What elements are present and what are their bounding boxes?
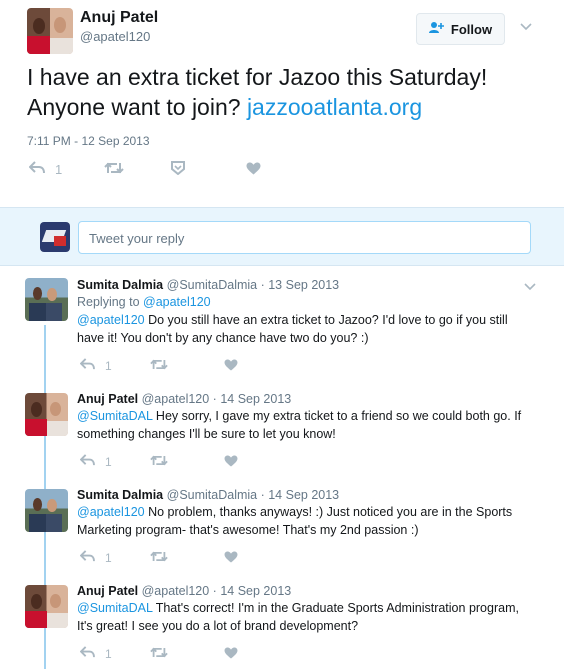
reply-count: 1 [105,551,112,565]
reply-header: Sumita Dalmia @SumitaDalmia · 13 Sep 201… [77,278,339,292]
reply-actions: 1 [79,646,238,662]
reply-header: Anuj Patel @apatel120 · 14 Sep 2013 [77,584,291,598]
retweet-button[interactable] [149,646,168,662]
reply-icon [79,358,95,374]
follow-button[interactable]: Follow [416,13,505,45]
reply-button[interactable]: 1 [79,358,112,374]
retweet-button[interactable] [104,161,124,178]
reply-count: 1 [105,359,112,373]
like-button[interactable] [224,358,238,374]
reply-count: 1 [105,647,112,661]
reply-header: Anuj Patel @apatel120 · 14 Sep 2013 [77,392,291,406]
retweet-button[interactable] [149,358,168,374]
like-button[interactable] [224,550,238,566]
replying-to: Replying to @apatel120 [77,295,211,309]
heart-icon [224,550,238,566]
reply-mention[interactable]: @apatel120 [77,505,145,519]
reply-count: 1 [55,162,63,177]
person-add-icon [428,21,445,37]
reply-author-name[interactable]: Anuj Patel [77,392,138,406]
reply-button[interactable]: 1 [79,550,112,566]
heart-icon [224,358,238,374]
reply-meta[interactable]: @SumitaDalmia · 13 Sep 2013 [167,278,340,292]
reply-text: @apatel120 Do you still have an extra ti… [77,311,525,347]
reply-icon [79,454,95,470]
reply-button[interactable]: 1 [79,646,112,662]
reply-icon [79,646,95,662]
retweet-button[interactable] [149,454,168,470]
tweet-link[interactable]: jazzooatlanta.org [247,94,422,120]
reply-count: 1 [105,455,112,469]
reply-input[interactable]: Tweet your reply [78,221,531,254]
reply-actions: 1 [79,550,238,566]
reply-tweet: Sumita Dalmia @SumitaDalmia · 13 Sep 201… [0,266,564,381]
reply-mention[interactable]: @SumitaDAL [77,601,152,615]
reply-tweet: Anuj Patel @apatel120 · 14 Sep 2013 @Sum… [0,381,564,477]
heart-icon [224,454,238,470]
reply-mention[interactable]: @SumitaDAL [77,409,152,423]
reply-mention[interactable]: @apatel120 [77,313,145,327]
reply-icon [28,161,45,178]
tweet-actions: 1 [28,161,261,178]
reply-button[interactable]: 1 [79,454,112,470]
heart-icon [246,162,261,178]
reply-author-name[interactable]: Sumita Dalmia [77,278,163,292]
retweet-icon [149,358,168,374]
retweet-icon [149,550,168,566]
chevron-down-icon[interactable] [524,280,536,294]
direct-message-button[interactable] [171,161,186,178]
tweet-timestamp[interactable]: 7:11 PM - 12 Sep 2013 [27,134,150,148]
author-name[interactable]: Anuj Patel [80,9,158,27]
retweet-icon [149,454,168,470]
reply-button[interactable]: 1 [28,161,63,178]
reply-avatar[interactable] [25,278,68,321]
retweet-button[interactable] [149,550,168,566]
reply-avatar[interactable] [25,393,68,436]
reply-meta[interactable]: @apatel120 · 14 Sep 2013 [142,392,292,406]
retweet-icon [104,161,124,178]
reply-actions: 1 [79,358,238,374]
heart-icon [224,646,238,662]
reply-composer: Tweet your reply [0,207,564,266]
reply-avatar[interactable] [25,489,68,532]
chevron-down-icon[interactable] [520,20,532,34]
tweet-text: I have an extra ticket for Jazoo this Sa… [27,62,547,122]
author-avatar[interactable] [27,8,73,54]
reply-author-name[interactable]: Anuj Patel [77,584,138,598]
like-button[interactable] [224,454,238,470]
like-button[interactable] [246,162,261,178]
reply-meta[interactable]: @apatel120 · 14 Sep 2013 [142,584,292,598]
retweet-icon [149,646,168,662]
reply-actions: 1 [79,454,238,470]
reply-header: Sumita Dalmia @SumitaDalmia · 14 Sep 201… [77,488,339,502]
follow-label: Follow [450,21,493,37]
replying-to-label: Replying to [77,295,144,309]
reply-author-name[interactable]: Sumita Dalmia [77,488,163,502]
direct-message-icon [171,161,186,178]
reply-avatar[interactable] [25,585,68,628]
reply-tweet: Sumita Dalmia @SumitaDalmia · 14 Sep 201… [0,477,564,573]
replying-to-handle[interactable]: @apatel120 [143,295,211,309]
reply-text: @SumitaDAL Hey sorry, I gave my extra ti… [77,407,525,443]
current-user-avatar [40,222,70,252]
author-handle[interactable]: @apatel120 [80,29,150,44]
reply-tweet: Anuj Patel @apatel120 · 14 Sep 2013 @Sum… [0,573,564,669]
reply-text: @SumitaDAL That's correct! I'm in the Gr… [77,599,525,635]
reply-meta[interactable]: @SumitaDalmia · 14 Sep 2013 [167,488,340,502]
main-tweet: Anuj Patel @apatel120 Follow I have an e… [0,0,564,207]
reply-icon [79,550,95,566]
like-button[interactable] [224,646,238,662]
reply-text: @apatel120 No problem, thanks anyways! :… [77,503,525,539]
